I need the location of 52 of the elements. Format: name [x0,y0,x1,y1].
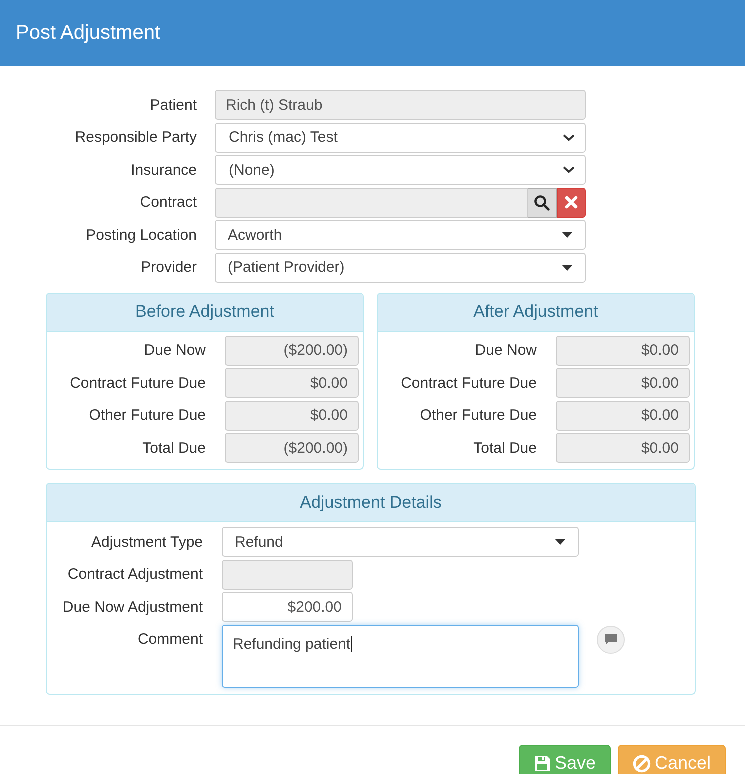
search-icon [534,194,550,211]
field-label: Total Due [142,440,206,457]
amount-field[interactable]: $0.00 [556,400,690,431]
select-field[interactable]: Chris (mac) Test [215,122,586,153]
amount-field[interactable]: $0.00 [556,433,690,464]
amount-field[interactable]: ($200.00) [225,336,359,366]
field-label: Due Now Adjustment [62,598,203,616]
text-field[interactable] [222,560,353,590]
dropdown-field[interactable]: Acworth [215,220,586,250]
field-label: Contract Future Due [69,374,206,392]
field-label: Due Now [143,342,206,360]
caret-icon [555,539,566,546]
field-label: Other Future Due [419,407,537,424]
field-label: Patient [149,96,197,114]
comment-button[interactable] [597,626,625,654]
field-label: Contract [139,194,197,212]
select-field[interactable]: (None) [215,155,586,186]
amount-field[interactable]: $0.00 [225,400,359,431]
field-label: Responsible Party [74,129,197,146]
amount-field[interactable]: $0.00 [556,368,690,398]
speech-bubble-icon [604,633,618,646]
amount-field[interactable]: $0.00 [556,336,690,366]
dialog-title: Post Adjustment [16,22,161,44]
close-icon [565,196,578,210]
field-label: Due Now [474,342,537,360]
text-field[interactable]: Rich (t) Straub [215,90,586,120]
field-label: Contract Adjustment [66,566,203,584]
panel-title: After Adjustment [474,302,598,322]
field-label: Comment [136,630,203,648]
field-label: Other Future Due [88,407,206,424]
field-label: Posting Location [85,226,197,244]
text-field[interactable] [215,188,528,218]
amount-field[interactable]: $0.00 [225,368,359,398]
ban-icon [632,754,651,773]
clear-button[interactable] [557,188,586,218]
dropdown-field[interactable]: Refund [222,527,579,558]
search-button[interactable] [528,188,557,218]
field-label: Contract Future Due [400,374,537,392]
field-label: Insurance [130,162,197,179]
comment-field[interactable]: Refunding patient [222,624,579,688]
dropdown-field[interactable]: (Patient Provider) [215,252,586,283]
panel-title: Before Adjustment [136,302,274,322]
chevron-icon [563,134,575,142]
field-label: Provider [140,259,197,276]
field-label: Total Due [472,440,537,457]
caret-icon [562,232,573,238]
field-label: Adjustment Type [90,534,203,551]
caret-icon [562,264,573,271]
amount-field[interactable]: ($200.00) [225,433,359,464]
chevron-icon [563,166,575,174]
panel-title: Adjustment Details [300,492,442,513]
amount-field[interactable]: $200.00 [222,592,353,622]
